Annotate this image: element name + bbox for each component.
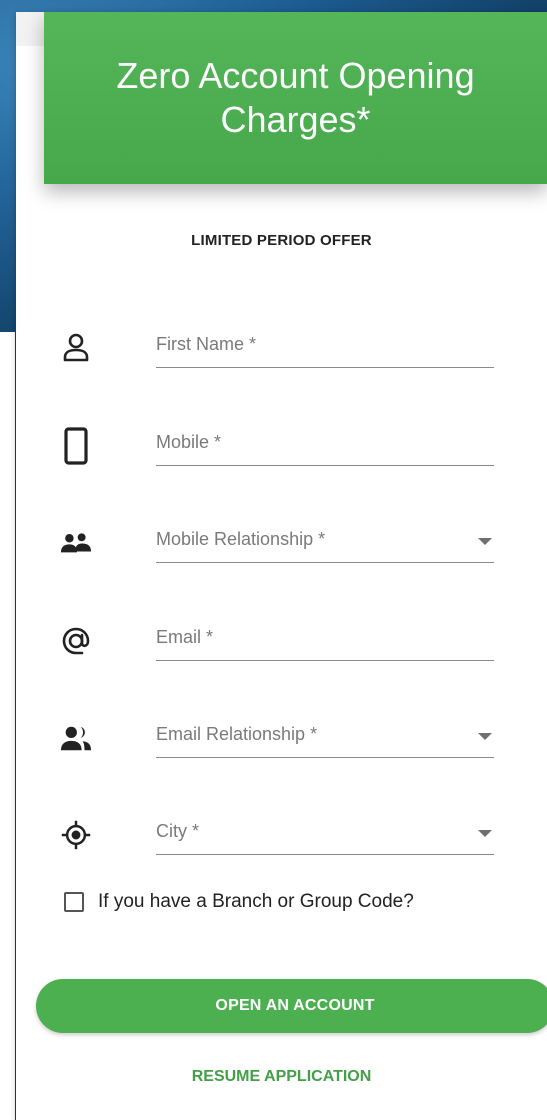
city-input[interactable] xyxy=(156,809,494,854)
branch-code-checkbox-row[interactable]: If you have a Branch or Group Code? xyxy=(64,889,414,915)
mobile-relationship-input[interactable] xyxy=(156,517,494,562)
people-icon xyxy=(60,527,92,559)
chevron-down-icon[interactable] xyxy=(478,733,492,740)
signup-card: Zero Account Opening Charges* LIMITED PE… xyxy=(16,12,547,1120)
branch-code-checkbox[interactable] xyxy=(64,892,84,912)
person-outline-icon xyxy=(60,332,92,364)
branch-code-label: If you have a Branch or Group Code? xyxy=(98,891,414,912)
first-name-field-wrap xyxy=(156,322,494,368)
open-account-button[interactable]: OPEN AN ACCOUNT xyxy=(36,979,547,1033)
page-left-edge xyxy=(0,332,16,1120)
mobile-row xyxy=(16,420,547,480)
chevron-down-icon[interactable] xyxy=(478,538,492,545)
mobile-input[interactable] xyxy=(156,420,494,465)
email-relationship-input[interactable] xyxy=(156,712,494,757)
mobile-relationship-row xyxy=(16,517,547,577)
email-relationship-select[interactable] xyxy=(156,712,494,758)
email-row xyxy=(16,615,547,675)
city-row xyxy=(16,809,547,869)
email-relationship-row xyxy=(16,712,547,772)
first-name-row xyxy=(16,322,547,382)
email-input[interactable] xyxy=(156,615,494,660)
city-select[interactable] xyxy=(156,809,494,855)
email-field-wrap xyxy=(156,615,494,661)
location-target-icon xyxy=(60,819,92,851)
banner-title: Zero Account Opening Charges* xyxy=(116,55,475,140)
first-name-input[interactable] xyxy=(156,322,494,367)
offer-text: LIMITED PERIOD OFFER xyxy=(191,232,372,249)
phone-icon xyxy=(60,427,92,465)
people-filled-icon xyxy=(60,722,92,754)
mobile-relationship-select[interactable] xyxy=(156,517,494,563)
at-sign-icon xyxy=(60,625,92,657)
mobile-field-wrap xyxy=(156,420,494,466)
chevron-down-icon[interactable] xyxy=(478,830,492,837)
promo-banner: Zero Account Opening Charges* xyxy=(44,12,547,184)
resume-application-link[interactable]: RESUME APPLICATION xyxy=(16,1068,547,1086)
